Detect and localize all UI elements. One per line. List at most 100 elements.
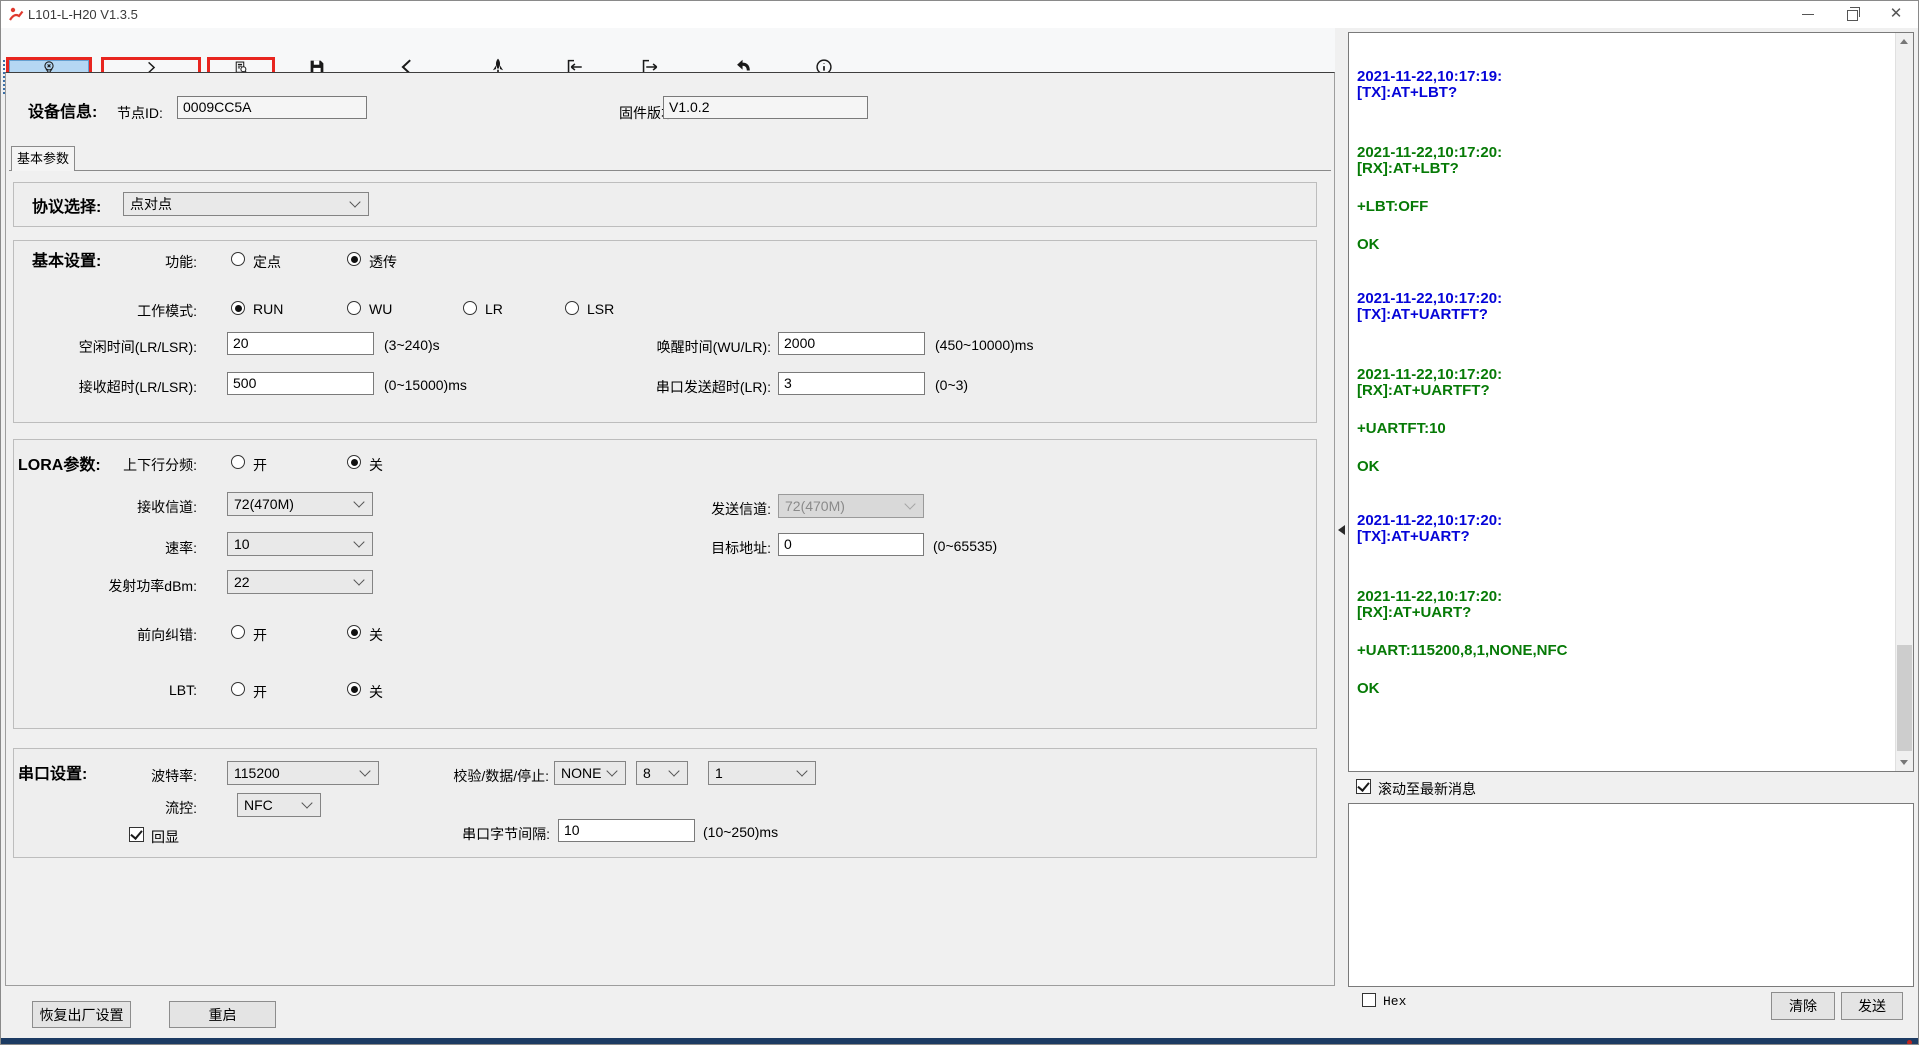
radio-function-fixed-label: 定点 xyxy=(253,252,281,272)
firmware-version-field[interactable]: V1.0.2 xyxy=(663,96,868,119)
work-mode-label: 工作模式: xyxy=(7,301,197,321)
minimize-button[interactable] xyxy=(1786,1,1830,28)
radio-updown-off[interactable] xyxy=(347,455,361,469)
rx-timeout-field[interactable]: 500 xyxy=(227,372,374,395)
close-button[interactable]: ✕ xyxy=(1874,1,1918,28)
radio-lbt-off[interactable] xyxy=(347,682,361,696)
radio-fec-on[interactable] xyxy=(231,625,245,639)
target-addr-label: 目标地址: xyxy=(581,538,771,558)
scroll-latest-checkbox[interactable] xyxy=(1356,779,1371,794)
restore-button[interactable] xyxy=(1830,1,1874,28)
fec-label: 前向纠错: xyxy=(7,625,197,645)
scrollbar-thumb[interactable] xyxy=(1897,645,1912,751)
byte-interval-label: 串口字节间隔: xyxy=(410,824,550,844)
log-entry: +UART:115200,8,1,NONE,NFC xyxy=(1357,643,1891,659)
tx-power-select[interactable]: 22 xyxy=(227,570,373,594)
radio-lbt-on[interactable] xyxy=(231,682,245,696)
node-id-label: 节点ID: xyxy=(117,103,163,123)
hex-checkbox[interactable] xyxy=(1362,993,1376,1007)
radio-fec-off[interactable] xyxy=(347,625,361,639)
send-input[interactable] xyxy=(1348,803,1914,987)
rx-channel-label: 接收信道: xyxy=(7,497,197,517)
rx-channel-select[interactable]: 72(470M) xyxy=(227,492,373,516)
radio-workmode-lsr-label: LSR xyxy=(587,301,614,317)
clear-button[interactable]: 清除 xyxy=(1771,992,1835,1020)
log-entry: 2021-11-22,10:17:20:[RX]:AT+UARTFT? xyxy=(1357,367,1891,399)
tab-basic-params[interactable]: 基本参数 xyxy=(11,146,75,171)
log-panel[interactable]: 2021-11-22,10:17:19:[TX]:AT+LBT? 2021-11-… xyxy=(1348,32,1914,772)
idle-time-hint: (3~240)s xyxy=(384,337,440,353)
function-label: 功能: xyxy=(7,252,197,272)
radio-workmode-run-label: RUN xyxy=(253,301,283,317)
tab-strip-divider xyxy=(9,170,1331,171)
log-entry: OK xyxy=(1357,459,1891,475)
device-info-section-label: 设备信息: xyxy=(28,98,97,122)
flow-control-select[interactable]: NFC xyxy=(237,793,321,817)
minimize-icon xyxy=(1802,14,1814,15)
wake-time-field[interactable]: 2000 xyxy=(778,332,925,355)
taskbar-red-dot xyxy=(1907,1040,1912,1045)
baud-select[interactable]: 115200 xyxy=(227,761,379,785)
radio-function-transparent-label: 透传 xyxy=(369,252,397,272)
window-title: L101-L-H20 V1.3.5 xyxy=(28,7,138,22)
title-bar: L101-L-H20 V1.3.5 ✕ xyxy=(1,1,1918,28)
scroll-down-icon[interactable] xyxy=(1900,760,1908,765)
scroll-latest-label: 滚动至最新消息 xyxy=(1378,779,1476,799)
app-window: L101-L-H20 V1.3.5 ✕ 关闭串口 进入配置状态 xyxy=(0,0,1919,1045)
updown-freq-label: 上下行分频: xyxy=(7,455,197,475)
stop-bits-select[interactable]: 1 xyxy=(708,761,816,785)
radio-function-fixed[interactable] xyxy=(231,252,245,266)
echo-label: 回显 xyxy=(151,827,179,847)
node-id-field[interactable]: 0009CC5A xyxy=(177,96,367,119)
lbt-label: LBT: xyxy=(7,682,197,698)
lora-groupbox xyxy=(13,439,1317,729)
rx-timeout-hint: (0~15000)ms xyxy=(384,377,467,393)
log-scrollbar[interactable] xyxy=(1895,33,1913,771)
radio-workmode-lr[interactable] xyxy=(463,301,477,315)
protocol-section-label: 协议选择: xyxy=(32,193,101,217)
radio-workmode-wu[interactable] xyxy=(347,301,361,315)
app-logo-icon xyxy=(8,6,24,22)
uart-tx-timeout-hint: (0~3) xyxy=(935,377,968,393)
radio-updown-on-label: 开 xyxy=(253,455,267,475)
wake-time-label: 唤醒时间(WU/LR): xyxy=(581,337,771,357)
radio-workmode-run[interactable] xyxy=(231,301,245,315)
parity-select[interactable]: NONE xyxy=(554,761,626,785)
log-entry: 2021-11-22,10:17:20:[TX]:AT+UARTFT? xyxy=(1357,291,1891,323)
log-entry: OK xyxy=(1357,237,1891,253)
hex-label: Hex xyxy=(1383,994,1406,1009)
radio-lbt-off-label: 关 xyxy=(369,682,383,702)
radio-workmode-wu-label: WU xyxy=(369,301,392,317)
byte-interval-hint: (10~250)ms xyxy=(703,824,778,840)
data-bits-select[interactable]: 8 xyxy=(636,761,688,785)
log-entry: 2021-11-22,10:17:19:[TX]:AT+LBT? xyxy=(1357,69,1891,101)
factory-reset-button[interactable]: 恢复出厂设置 xyxy=(32,1001,131,1028)
log-entry: +LBT:OFF xyxy=(1357,199,1891,215)
restart-button[interactable]: 重启 xyxy=(169,1001,276,1028)
baud-label: 波特率: xyxy=(7,766,197,786)
radio-updown-off-label: 关 xyxy=(369,455,383,475)
radio-updown-on[interactable] xyxy=(231,455,245,469)
splitter-collapse-icon[interactable] xyxy=(1338,525,1345,535)
rate-select[interactable]: 10 xyxy=(227,532,373,556)
log-entry: OK xyxy=(1357,681,1891,697)
echo-checkbox[interactable] xyxy=(129,827,144,842)
radio-fec-on-label: 开 xyxy=(253,625,267,645)
radio-function-transparent[interactable] xyxy=(347,252,361,266)
log-entry: 2021-11-22,10:17:20:[RX]:AT+LBT? xyxy=(1357,145,1891,177)
toolbar: 关闭串口 进入配置状态 读取参数 设置参数 xyxy=(1,28,1335,72)
scroll-up-icon[interactable] xyxy=(1900,39,1908,44)
protocol-select[interactable]: 点对点 xyxy=(123,192,369,216)
wake-time-hint: (450~10000)ms xyxy=(935,337,1033,353)
uart-tx-timeout-field[interactable]: 3 xyxy=(778,372,925,395)
idle-time-field[interactable]: 20 xyxy=(227,332,374,355)
send-button[interactable]: 发送 xyxy=(1841,992,1903,1020)
target-addr-field[interactable]: 0 xyxy=(778,533,924,556)
radio-lbt-on-label: 开 xyxy=(253,682,267,702)
radio-workmode-lsr[interactable] xyxy=(565,301,579,315)
uart-tx-timeout-label: 串口发送超时(LR): xyxy=(581,377,771,397)
tx-channel-select: 72(470M) xyxy=(778,494,924,518)
byte-interval-field[interactable]: 10 xyxy=(558,819,695,842)
log-entry: 2021-11-22,10:17:20:[TX]:AT+UART? xyxy=(1357,513,1891,545)
tx-power-label: 发射功率dBm: xyxy=(7,576,197,596)
